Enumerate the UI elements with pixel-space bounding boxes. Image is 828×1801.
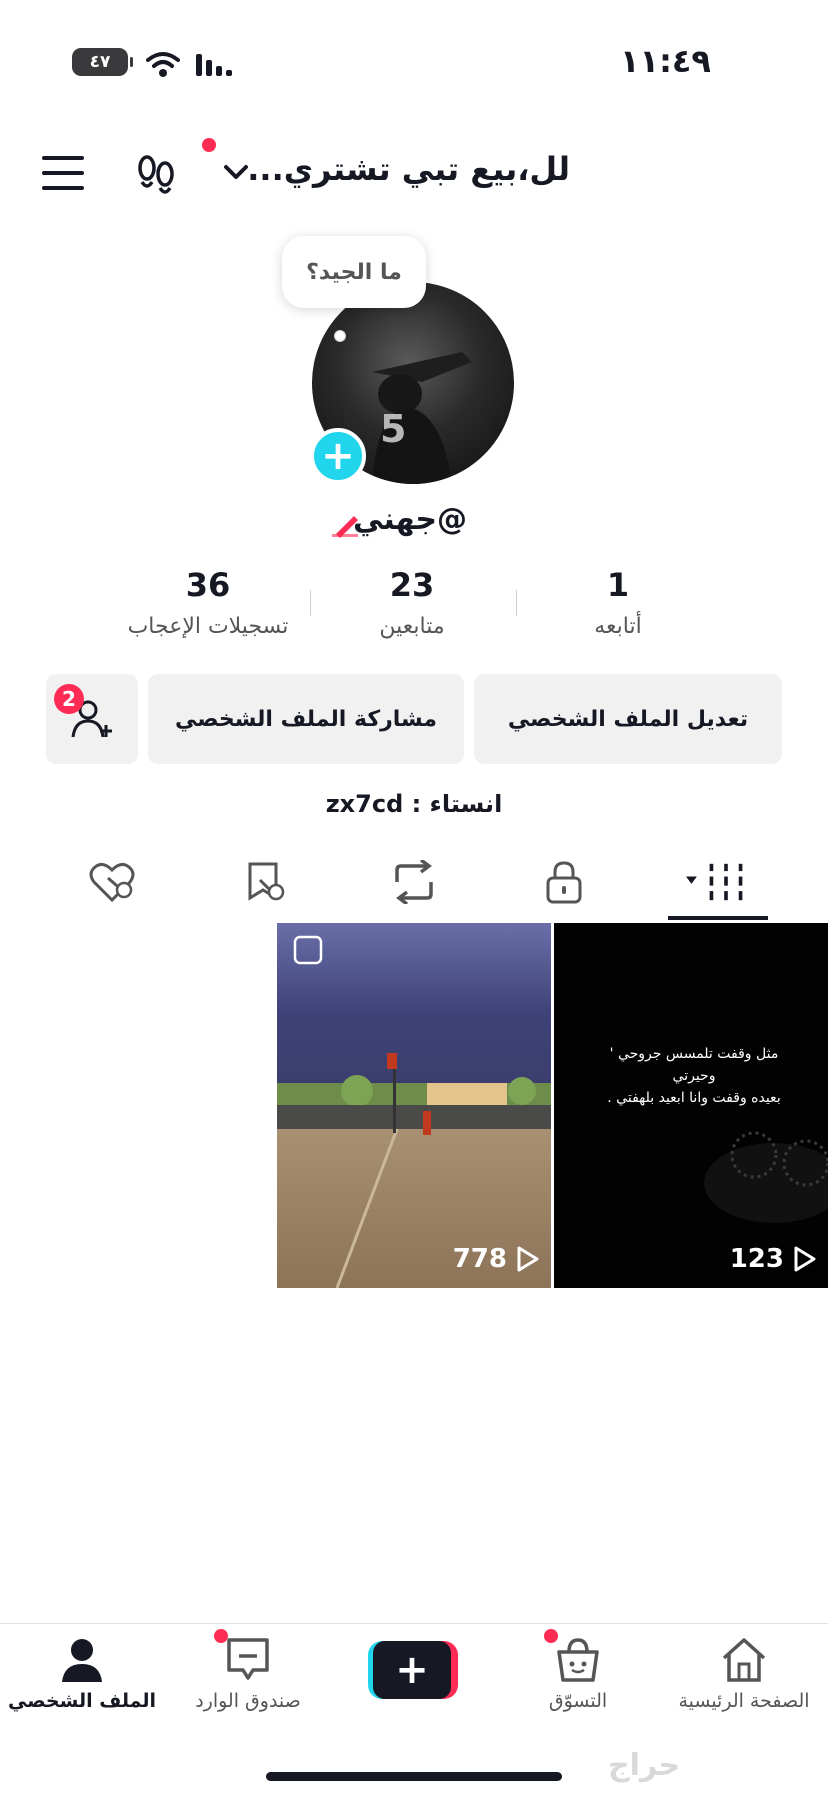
play-icon <box>794 1246 816 1272</box>
video-thumbnail[interactable]: 778 <box>277 923 551 1288</box>
lock-icon <box>546 861 582 904</box>
nav-inbox[interactable]: صندوق الوارد <box>168 1636 328 1712</box>
tab-favorites[interactable] <box>234 858 294 906</box>
home-icon <box>722 1638 766 1682</box>
signal-icon <box>196 52 236 82</box>
tab-videos[interactable] <box>686 858 746 906</box>
bio-text: انستاء : zx7cd <box>325 790 503 818</box>
inbox-notification-dot <box>214 1629 228 1643</box>
add-avatar-button[interactable]: + <box>310 428 366 484</box>
video-views: 123 <box>730 1244 818 1274</box>
nav-shop[interactable]: التسوّق <box>498 1636 658 1712</box>
shopping-bag-icon <box>557 1638 599 1682</box>
stats-divider <box>516 590 517 616</box>
nav-home[interactable]: الصفحة الرئيسية <box>664 1636 824 1712</box>
bubble-tail-dot <box>334 330 346 342</box>
followers-count[interactable]: 23 <box>312 566 512 604</box>
video-views: 778 <box>453 1244 541 1274</box>
following-count[interactable]: 1 <box>518 566 718 604</box>
wifi-icon <box>146 50 180 82</box>
footprints-icon[interactable] <box>134 152 178 200</box>
nav-shop-label: التسوّق <box>548 1690 608 1712</box>
profile-icon <box>62 1639 102 1682</box>
view-count: 778 <box>452 1244 507 1274</box>
pencil-icon[interactable] <box>332 512 362 542</box>
play-icon <box>517 1246 539 1272</box>
avatar-status-bubble[interactable]: ما الجيد؟ <box>282 236 426 308</box>
following-label[interactable]: أتابعه <box>498 614 738 639</box>
tab-private[interactable] <box>534 858 594 906</box>
account-switcher-title[interactable]: لل،بيع تبي تشتري... <box>247 150 570 188</box>
stats-divider <box>310 590 311 616</box>
plus-icon: + <box>373 1641 451 1699</box>
nav-profile[interactable]: الملف الشخصي <box>2 1636 162 1712</box>
nav-inbox-label: صندوق الوارد <box>195 1690 301 1712</box>
repost-icon <box>395 860 433 904</box>
active-tab-indicator <box>668 916 768 920</box>
battery-icon: ٤٧ <box>72 48 133 76</box>
view-count: 123 <box>729 1244 784 1274</box>
likes-label[interactable]: تسجيلات الإعجاب <box>88 614 328 639</box>
followers-label[interactable]: متابعين <box>292 614 532 639</box>
inbox-icon <box>227 1638 269 1680</box>
nav-home-label: الصفحة الرئيسية <box>678 1690 810 1712</box>
video-thumbnail[interactable]: مثل وقفت تلمسس جروحي ' وحيرتي بعيده وقفت… <box>554 923 828 1288</box>
share-profile-button[interactable]: مشاركة الملف الشخصي <box>148 674 464 764</box>
bookmark-hidden-icon <box>248 862 285 901</box>
svg-text:5: 5 <box>380 407 406 451</box>
chevron-down-icon[interactable] <box>222 162 250 186</box>
home-indicator <box>266 1772 562 1781</box>
heart-hidden-icon <box>89 863 135 903</box>
nav-profile-label: الملف الشخصي <box>7 1690 156 1712</box>
tab-reposts[interactable] <box>384 858 444 906</box>
tab-liked[interactable] <box>82 858 142 906</box>
edit-profile-button[interactable]: تعديل الملف الشخصي <box>474 674 782 764</box>
watermark: حراج <box>608 1748 681 1783</box>
friends-badge: 2 <box>54 684 84 714</box>
create-button[interactable]: + <box>368 1641 458 1699</box>
notification-dot <box>202 138 216 152</box>
video-caption: مثل وقفت تلمسس جروحي ' وحيرتي بعيده وقفت… <box>607 1046 781 1106</box>
shop-notification-dot <box>544 1629 558 1643</box>
status-time: ١١:٤٩ <box>620 42 711 80</box>
likes-count[interactable]: 36 <box>108 566 308 604</box>
menu-icon[interactable] <box>42 156 84 194</box>
grid-icon <box>686 863 743 901</box>
